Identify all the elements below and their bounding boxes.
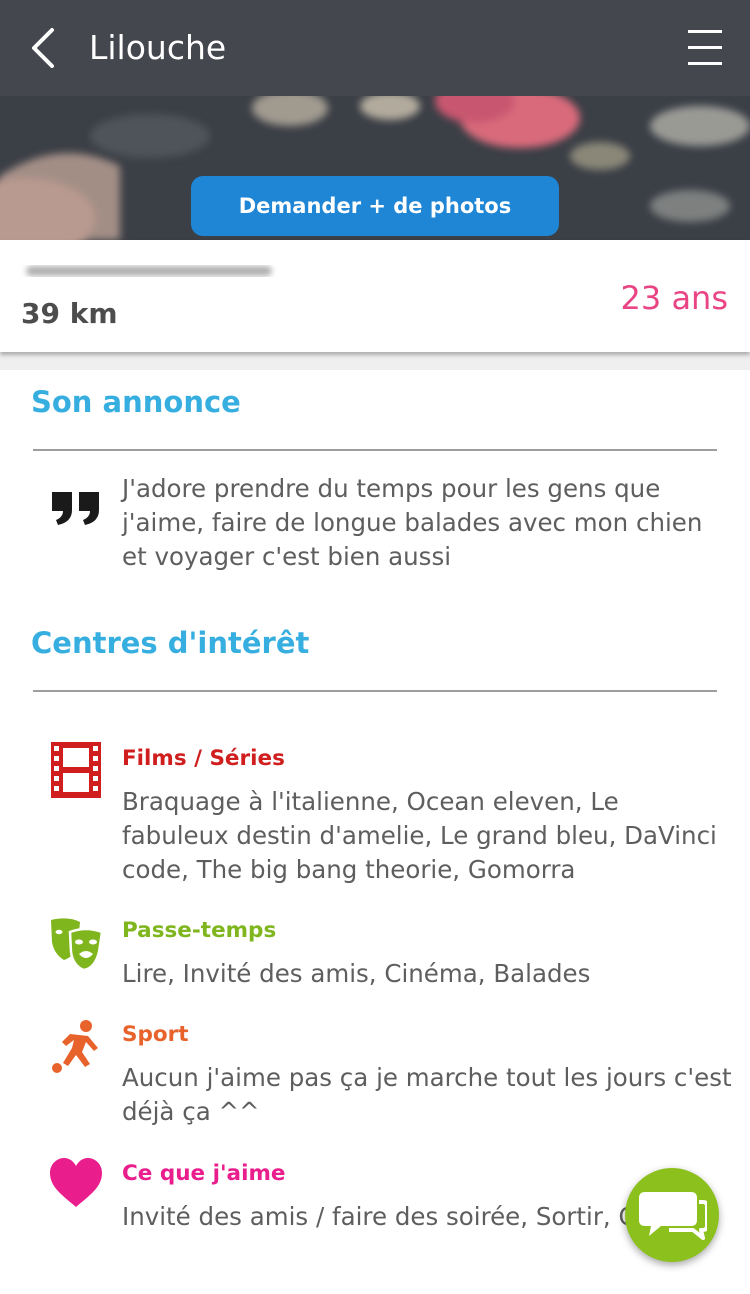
distance-label: 39 km <box>21 297 118 330</box>
interest-label: Sport <box>122 1022 189 1047</box>
interest-label: Ce que j'aime <box>122 1161 286 1186</box>
soccer-player-icon <box>52 1020 98 1073</box>
quote-icon <box>52 492 99 525</box>
request-photos-button[interactable]: Demander + de photos <box>191 176 559 236</box>
chevron-left-icon <box>32 28 54 68</box>
interest-value: Lire, Invité des amis, Cinéma, Balades <box>122 959 591 988</box>
menu-button[interactable] <box>684 26 726 72</box>
chat-button[interactable] <box>625 1168 719 1262</box>
chat-bubbles-icon <box>639 1192 707 1240</box>
film-strip-icon <box>51 742 101 798</box>
top-bar: Lilouche <box>0 0 750 96</box>
divider <box>33 690 717 692</box>
interest-value: Aucun j'aime pas ça je marche tout les j… <box>122 1063 732 1126</box>
page-title: Lilouche <box>89 28 227 67</box>
section-separator <box>0 352 750 370</box>
interests-title: Centres d'intérêt <box>31 626 310 660</box>
interest-label: Films / Séries <box>122 746 285 771</box>
heart-icon <box>50 1158 102 1207</box>
hamburger-menu-icon <box>688 30 722 33</box>
announcement-text: J'adore prendre du temps pour les gens q… <box>122 474 703 571</box>
profile-info-card: 39 km 23 ans <box>0 240 750 352</box>
blurred-name <box>26 266 272 276</box>
announcement-title: Son annonce <box>31 385 241 419</box>
interest-label: Passe-temps <box>122 918 277 943</box>
age-label: 23 ans <box>620 279 728 317</box>
divider <box>33 449 717 451</box>
back-button[interactable] <box>22 20 68 76</box>
interest-value: Braquage à l'italienne, Ocean eleven, Le… <box>122 787 717 884</box>
theater-masks-icon <box>51 918 104 970</box>
